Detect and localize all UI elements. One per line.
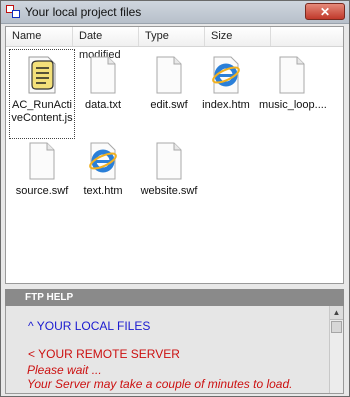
file-name: website.swf bbox=[140, 185, 198, 197]
file-item[interactable]: website.swf bbox=[136, 135, 202, 225]
file-name: AC_RunActiveContent.js bbox=[11, 99, 73, 124]
column-name[interactable]: Name bbox=[6, 27, 73, 46]
blank-file-icon bbox=[29, 142, 55, 180]
file-name: text.htm bbox=[83, 185, 123, 197]
file-item[interactable]: music_loop.... bbox=[259, 49, 327, 139]
internet-explorer-icon bbox=[89, 142, 117, 180]
please-wait-text: Please wait ... bbox=[27, 363, 102, 377]
blank-file-icon bbox=[90, 56, 116, 94]
column-date-modified[interactable]: Date modified bbox=[73, 27, 139, 61]
column-header: Name Date modified Type Size bbox=[6, 27, 343, 61]
help-scrollbar[interactable]: ▲ bbox=[329, 306, 343, 393]
ftp-help-header: FTP HELP bbox=[5, 289, 344, 306]
blank-file-icon bbox=[279, 56, 305, 94]
scroll-thumb[interactable] bbox=[331, 321, 342, 333]
file-list-pane[interactable]: Name Date modified Type Size AC_RunActiv… bbox=[5, 26, 344, 284]
file-name: data.txt bbox=[84, 99, 122, 111]
file-item[interactable]: data.txt bbox=[70, 49, 136, 139]
local-files-hint: ^ YOUR LOCAL FILES bbox=[28, 319, 151, 333]
file-item[interactable]: index.htm bbox=[193, 49, 259, 139]
blank-file-icon bbox=[156, 56, 182, 94]
app-icon bbox=[6, 5, 20, 18]
ftp-help-panel: ^ YOUR LOCAL FILES < YOUR REMOTE SERVER … bbox=[5, 306, 344, 394]
file-item[interactable]: source.swf bbox=[9, 135, 75, 225]
file-name: music_loop.... bbox=[259, 99, 327, 111]
internet-explorer-icon bbox=[212, 56, 240, 94]
file-item[interactable]: AC_RunActiveContent.js bbox=[9, 49, 75, 139]
column-type[interactable]: Type bbox=[139, 27, 205, 46]
server-load-text: Your Server may take a couple of minutes… bbox=[27, 377, 293, 391]
column-size[interactable]: Size bbox=[205, 27, 271, 46]
close-button[interactable]: ✕ bbox=[305, 3, 345, 20]
title-bar[interactable]: Your local project files ✕ bbox=[1, 1, 349, 24]
file-name: index.htm bbox=[202, 99, 250, 111]
script-file-icon bbox=[28, 56, 56, 94]
remote-server-hint: < YOUR REMOTE SERVER bbox=[28, 347, 180, 361]
window-title: Your local project files bbox=[25, 5, 142, 19]
file-item[interactable]: text.htm bbox=[70, 135, 136, 225]
file-name: source.swf bbox=[15, 185, 69, 197]
scroll-up-arrow-icon[interactable]: ▲ bbox=[330, 306, 343, 320]
app-window: Your local project files ✕ Name Date mod… bbox=[0, 0, 350, 397]
blank-file-icon bbox=[156, 142, 182, 180]
